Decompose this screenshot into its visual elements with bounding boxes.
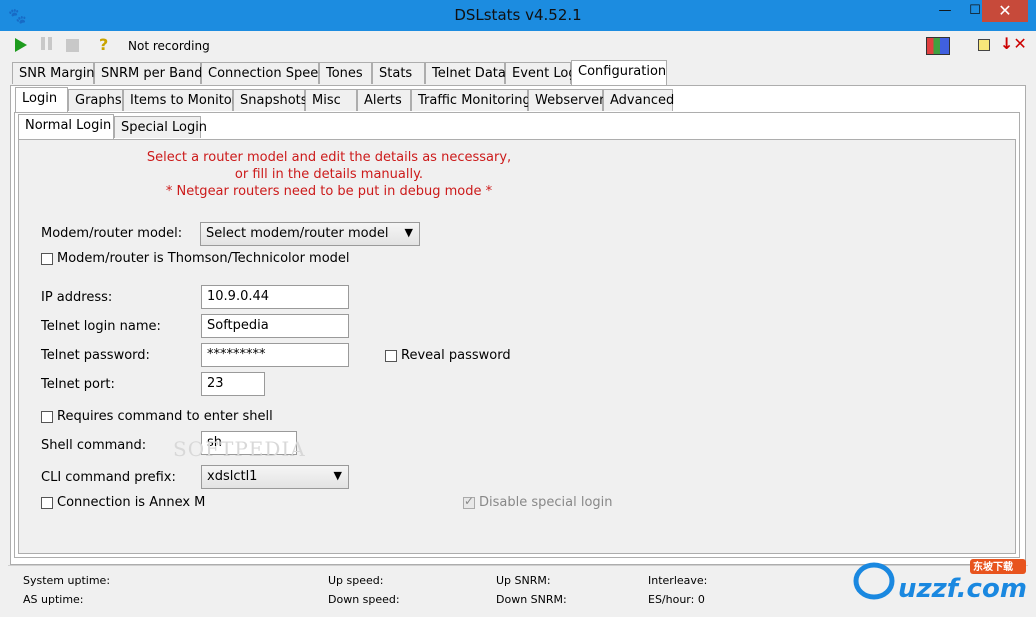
- title-bar: 🐾 DSLstats v4.52.1 — ☐ ✕: [0, 0, 1036, 31]
- logo-badge-text: 东坡下载: [973, 560, 1013, 573]
- tab-configuration[interactable]: Configuration: [571, 60, 667, 85]
- requires-shell-label: Requires command to enter shell: [57, 409, 273, 424]
- tab-graphs[interactable]: Graphs: [68, 89, 123, 111]
- play-icon[interactable]: [15, 38, 27, 52]
- logo-swoosh: [853, 562, 895, 600]
- up-speed: Up speed:: [328, 574, 384, 587]
- pause-icon[interactable]: [41, 36, 59, 54]
- annex-m-label: Connection is Annex M: [57, 495, 206, 510]
- minimize-button[interactable]: —: [928, 0, 962, 22]
- tab-webserver[interactable]: Webserver: [528, 89, 605, 111]
- tab-snrm-per-band[interactable]: SNRM per Band: [94, 62, 202, 84]
- window-title: DSLstats v4.52.1: [454, 6, 582, 24]
- minimize-to-tray-icon[interactable]: ↓✕: [1000, 34, 1027, 53]
- close-button[interactable]: ✕: [982, 0, 1028, 22]
- chevron-down-icon: ▼: [333, 469, 342, 482]
- login-panel: Normal Login Special Login Select a rout…: [14, 112, 1020, 558]
- cli-select-value: xdslctl1: [207, 469, 258, 484]
- graphs-window-icon[interactable]: [926, 37, 950, 55]
- normal-login-panel: Select a router model and edit the detai…: [18, 139, 1016, 554]
- system-uptime: System uptime:: [23, 574, 111, 587]
- notice-line-3: * Netgear routers need to be put in debu…: [165, 184, 493, 199]
- up-snrm: Up SNRM:: [496, 574, 551, 587]
- password-label: Telnet password:: [41, 348, 150, 363]
- softpedia-watermark: SOFTPEDIA: [173, 437, 306, 461]
- model-select[interactable]: Select modem/router model ▼: [200, 222, 420, 246]
- port-input[interactable]: 23: [201, 372, 265, 396]
- tab-snapshots[interactable]: Snapshots: [233, 89, 308, 111]
- disable-special-login-label: Disable special login: [479, 495, 613, 510]
- tab-special-login[interactable]: Special Login: [114, 116, 207, 138]
- logo-text: uzzf.com: [898, 574, 1027, 604]
- thomson-label: Modem/router is Thomson/Technicolor mode…: [57, 251, 350, 266]
- notice-line-1: Select a router model and edit the detai…: [146, 150, 512, 165]
- tab-snr-margin[interactable]: SNR Margin: [12, 62, 95, 84]
- cli-select[interactable]: xdslctl1 ▼: [201, 465, 349, 489]
- ip-input[interactable]: 10.9.0.44: [201, 285, 349, 309]
- tab-traffic-monitoring[interactable]: Traffic Monitoring: [411, 89, 531, 111]
- requires-shell-checkbox[interactable]: [41, 411, 53, 423]
- annex-m-checkbox[interactable]: [41, 497, 53, 509]
- as-uptime: AS uptime:: [23, 593, 84, 606]
- thomson-checkbox[interactable]: [41, 253, 53, 265]
- interleave: Interleave:: [648, 574, 708, 587]
- tab-advanced[interactable]: Advanced: [603, 89, 674, 111]
- tab-stats[interactable]: Stats: [372, 62, 425, 84]
- disable-special-login-checkbox[interactable]: [463, 494, 475, 509]
- es-hour: ES/hour: 0: [648, 593, 705, 606]
- cli-label: CLI command prefix:: [41, 470, 176, 485]
- login-name-label: Telnet login name:: [41, 319, 161, 334]
- help-icon[interactable]: ?: [99, 36, 117, 54]
- reveal-password-checkbox[interactable]: [385, 350, 397, 362]
- tab-telnet-data[interactable]: Telnet Data: [425, 62, 506, 84]
- tab-items-to-monitor[interactable]: Items to Monitor: [123, 89, 237, 111]
- down-snrm: Down SNRM:: [496, 593, 567, 606]
- recording-status: Not recording: [128, 39, 210, 53]
- model-select-value: Select modem/router model: [206, 226, 389, 241]
- tab-alerts[interactable]: Alerts: [357, 89, 411, 111]
- restore-icon[interactable]: [978, 39, 990, 51]
- shell-label: Shell command:: [41, 438, 147, 453]
- notice-line-2: or fill in the details manually.: [234, 167, 424, 182]
- tab-misc[interactable]: Misc: [305, 89, 357, 111]
- chevron-down-icon: ▼: [404, 226, 413, 239]
- down-speed: Down speed:: [328, 593, 400, 606]
- password-input[interactable]: *********: [201, 343, 349, 367]
- tab-tones[interactable]: Tones: [319, 62, 372, 84]
- configuration-panel: Login Graphs Items to Monitor Snapshots …: [10, 85, 1026, 565]
- main-window: ? Not recording ↓✕ SNR Margin SNRM per B…: [8, 31, 1028, 609]
- port-label: Telnet port:: [41, 377, 115, 392]
- toolbar: ? Not recording ↓✕: [8, 31, 1028, 58]
- config-tab-row: Login Graphs Items to Monitor Snapshots …: [15, 87, 1015, 113]
- stop-icon[interactable]: [66, 39, 79, 52]
- uzzf-logo: 东坡下载 uzzf.com: [853, 559, 1027, 604]
- login-tab-row: Normal Login Special Login: [18, 114, 318, 140]
- main-tab-row: SNR Margin SNRM per Band Connection Spee…: [12, 60, 1024, 86]
- tab-connection-speed[interactable]: Connection Speed: [201, 62, 326, 84]
- login-name-input[interactable]: Softpedia: [201, 314, 349, 338]
- tab-normal-login[interactable]: Normal Login: [18, 114, 114, 139]
- model-label: Modem/router model:: [41, 226, 183, 241]
- tab-event-log[interactable]: Event Log: [505, 62, 577, 84]
- ip-label: IP address:: [41, 290, 113, 305]
- reveal-password-label: Reveal password: [401, 348, 511, 363]
- tab-login[interactable]: Login: [15, 87, 68, 112]
